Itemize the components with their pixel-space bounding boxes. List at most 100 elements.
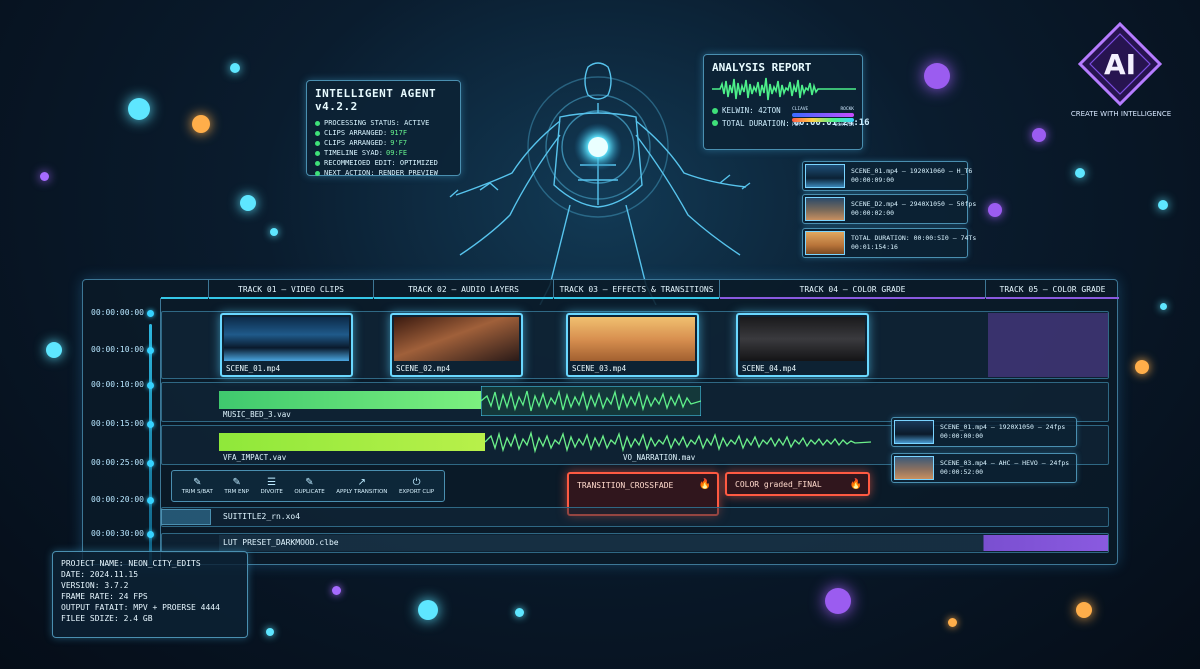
playhead-marker[interactable]	[147, 497, 154, 504]
playhead-marker[interactable]	[147, 347, 154, 354]
bg-glow-dot	[1032, 128, 1046, 142]
bg-glow-dot	[948, 618, 957, 627]
edit-icon: ✎	[193, 477, 202, 488]
audio-clip-sfx[interactable]	[219, 433, 485, 451]
timecode: 00:00:20:00	[91, 495, 144, 504]
bg-glow-dot	[46, 342, 62, 358]
trim-end-button[interactable]: ✎ TRM ENP	[224, 477, 249, 495]
video-clip[interactable]: SCENE_01.mp4	[220, 313, 353, 377]
lut-clip-label: LUT PRESET_DARKMOOD.clbe	[223, 538, 339, 547]
bg-glow-dot	[1075, 168, 1085, 178]
project-info-row: VERSION: 3.7.2	[61, 581, 129, 590]
status-dot-icon	[315, 130, 320, 136]
video-clip[interactable]: SCENE_03.mp4	[566, 313, 699, 377]
project-info-row: PROJECT NAME: NEON_CITY_EDITS	[61, 559, 201, 568]
status-dot-icon	[315, 140, 320, 146]
clip-info-card[interactable]: SCENE_D2.mp4 – 2940X1050 – 50fps 00:00:02…	[802, 194, 976, 224]
clip-info-card[interactable]: SCENE_03.mp4 – AHC – HEVO – 24fps 00:00:5…	[891, 453, 1077, 483]
track-header-02[interactable]: TRACK 02 – AUDIO LAYERS	[374, 280, 554, 299]
audio-clip-label: VO_NARRATION.mav	[623, 453, 696, 462]
svg-text:AI: AI	[1104, 48, 1136, 81]
trim-start-button[interactable]: ✎ TRIM S/BAT	[182, 477, 213, 495]
status-dot-icon	[315, 120, 320, 126]
status-dot-icon	[712, 107, 718, 114]
audio-waveform	[485, 430, 871, 454]
track-05-region	[988, 313, 1108, 377]
clip-thumbnail	[805, 164, 845, 188]
subtitle-lane	[161, 507, 1109, 527]
agent-status-row: CLIPS ARRANGED: 917F	[315, 128, 452, 138]
bg-glow-dot	[988, 203, 1002, 217]
color-graded-clip[interactable]: COLOR graded_FINAL 🔥	[725, 472, 870, 496]
clip-thumbnail	[805, 197, 845, 221]
agent-title: INTELLIGENT AGENT v4.2.2	[315, 87, 437, 113]
status-dot-icon	[315, 150, 320, 156]
apply-transition-button[interactable]: ↗ APPLY TRANSITION	[336, 477, 387, 495]
divide-button[interactable]: ☰ DIVOITE	[260, 477, 282, 495]
power-icon: ⏻	[412, 477, 421, 488]
status-dot-icon	[315, 170, 320, 176]
track-header-04[interactable]: TRACK 04 – COLOR GRADE	[720, 280, 986, 299]
agent-status-row: CLIPS ARRANGED: 9'F7	[315, 138, 452, 148]
bg-glow-dot	[1135, 360, 1149, 374]
audio-clip-music[interactable]	[219, 391, 481, 409]
status-dot-icon	[315, 160, 320, 166]
subtitle-marker[interactable]	[161, 509, 211, 525]
playhead-marker[interactable]	[147, 382, 154, 389]
ai-logo-icon: AI	[1078, 22, 1162, 106]
clip-info-card[interactable]: SCENE_01.mp4 – 1920X1060 – H_T6 00:00:09:…	[802, 161, 972, 191]
track-header-01[interactable]: TRACK 01 – VIDEO CLIPS	[209, 280, 374, 299]
timecode-column: 00:00:00:00 00:00:10:00 00:00:10:00 00:0…	[83, 298, 161, 566]
project-info-row: FRAME RATE: 24 FPS	[61, 592, 148, 601]
export-clip-button[interactable]: ⏻ EXPORT CLIP	[399, 477, 434, 495]
audio-waveform	[481, 386, 701, 416]
playhead-marker[interactable]	[147, 310, 154, 317]
video-clip[interactable]: SCENE_04.mp4	[736, 313, 869, 377]
bg-glow-dot	[332, 586, 341, 595]
duplicate-button[interactable]: ✎ OUPLICATE	[294, 477, 324, 495]
clip-thumbnail	[224, 317, 349, 361]
project-info-row: FILEE SDIZE: 2.4 GB	[61, 614, 153, 623]
bg-glow-dot	[1160, 303, 1167, 310]
bg-glow-dot	[240, 195, 256, 211]
analysis-title: ANALYSIS REPORT	[712, 61, 812, 74]
bg-glow-dot	[825, 588, 851, 614]
playhead-marker[interactable]	[147, 460, 154, 467]
clip-thumbnail	[740, 317, 865, 361]
list-icon: ☰	[267, 477, 277, 488]
project-info-row: OUTPUT FATAIT: MPV + PROERSE 4444	[61, 603, 220, 612]
clip-info-card[interactable]: SCENE_01.mp4 – 1920X1050 – 24fps 00:00:00…	[891, 417, 1077, 447]
edit-icon: ✎	[305, 477, 314, 488]
clip-thumbnail	[894, 420, 934, 444]
status-dot-icon	[712, 120, 718, 126]
lut-clip[interactable]	[219, 535, 1108, 551]
timecode: 00:00:10:00	[91, 345, 144, 354]
bg-glow-dot	[924, 63, 950, 89]
meter-bar-1	[792, 113, 854, 117]
timecode: 00:00:15:00	[91, 419, 144, 428]
agent-status-row: RECOMMEIOED EDIT: OPTIMIZED	[315, 158, 452, 168]
waveform-graphic	[712, 77, 856, 101]
audio-clip-label: VFA_IMPACT.vav	[223, 453, 287, 462]
video-clip[interactable]: SCENE_02.mp4	[390, 313, 523, 377]
project-info-row: DATE: 2024.11.15	[61, 570, 139, 579]
fire-icon: 🔥	[698, 479, 711, 490]
clip-thumbnail	[570, 317, 695, 361]
timecode: 00:00:10:00	[91, 380, 144, 389]
track-header-05[interactable]: TRACK 05 – COLOR GRADE	[986, 280, 1119, 299]
project-info-panel: PROJECT NAME: NEON_CITY_EDITS DATE: 2024…	[52, 551, 248, 638]
bg-glow-dot	[270, 228, 278, 236]
analysis-report-panel: ANALYSIS REPORT CLIAVE ROCKK PIM DSATION K…	[703, 54, 870, 150]
agent-status-row: PROCESSING STATUS: ACTIVE	[315, 118, 452, 128]
timecode: 00:00:25:00	[91, 458, 144, 467]
subtitle-clip-label: SUITITLE2_rn.xo4	[223, 512, 301, 521]
bg-glow-dot	[128, 98, 150, 120]
track-header-03[interactable]: TRACK 03 – EFFECTS & TRANSITIONS	[554, 280, 720, 299]
bg-glow-dot	[192, 115, 210, 133]
playhead-marker[interactable]	[147, 531, 154, 538]
bg-glow-dot	[515, 608, 524, 617]
arrow-up-right-icon: ↗	[357, 477, 366, 488]
clip-info-card[interactable]: TOTAL DURATION: 00:00:SI0 – 74Ts 00:01:15…	[802, 228, 976, 258]
audio-clip-label: MUSIC_BED_3.vav	[223, 410, 291, 419]
playhead-marker[interactable]	[147, 421, 154, 428]
